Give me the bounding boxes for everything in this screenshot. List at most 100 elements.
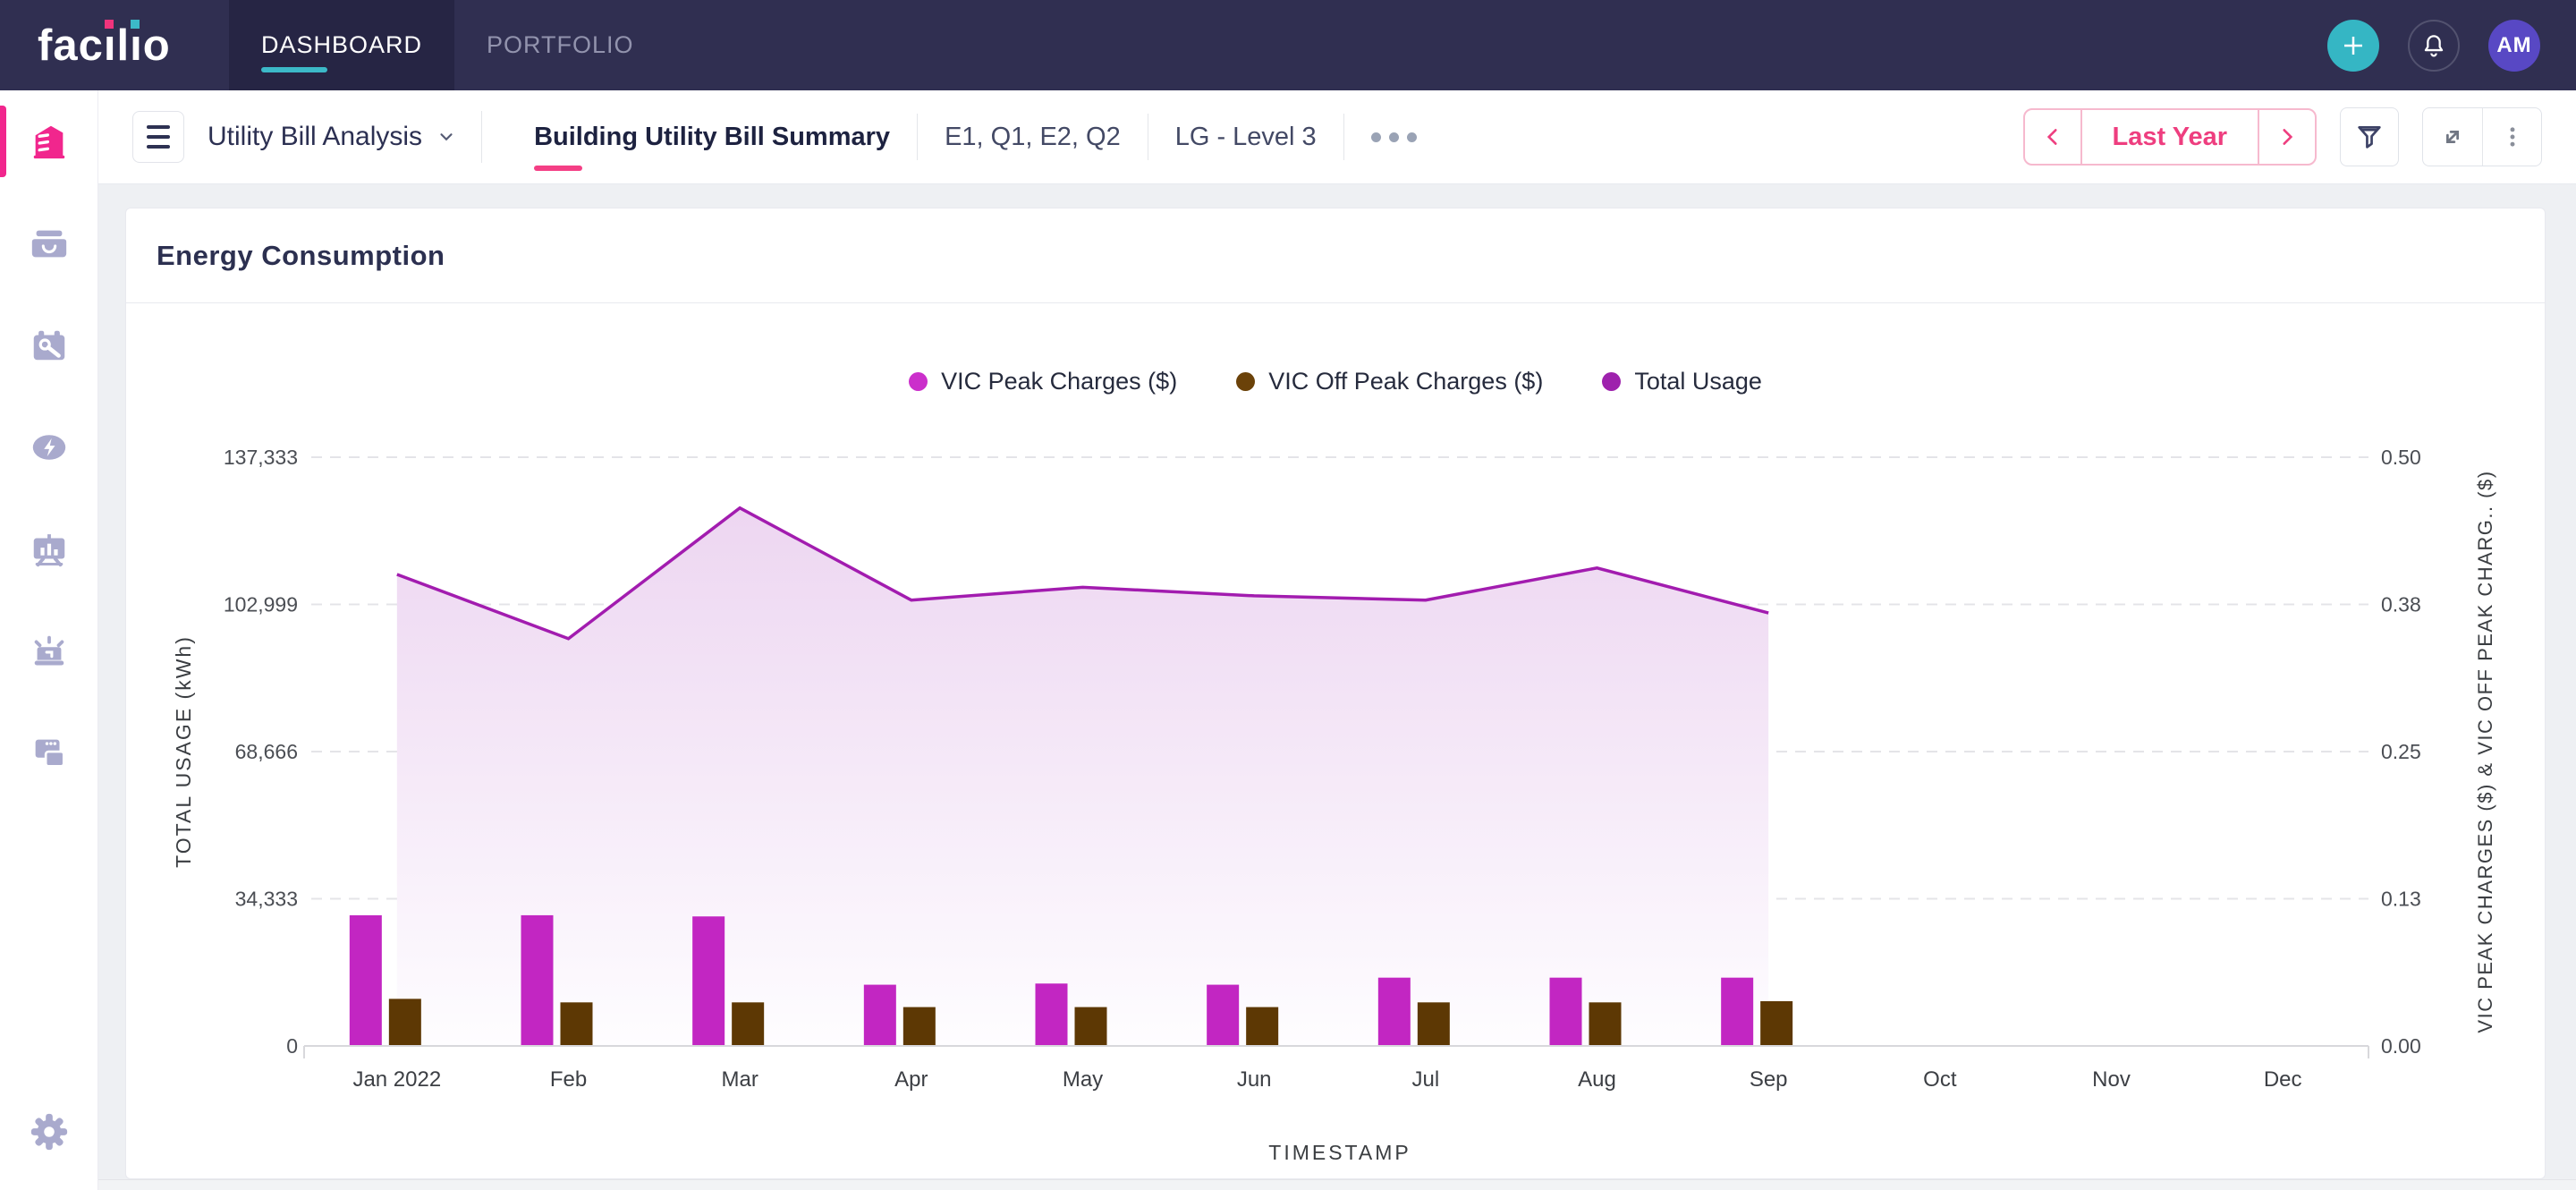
nav-tab-portfolio[interactable]: PORTFOLIO <box>454 0 666 90</box>
kebab-menu-icon <box>2500 124 2525 149</box>
bar-vic-peak[interactable] <box>1378 978 1411 1046</box>
sidebar-item-settings[interactable] <box>0 1074 98 1190</box>
bar-vic-off-peak[interactable] <box>389 999 421 1046</box>
x-tick-label: Jun <box>1237 1067 1272 1092</box>
x-tick-label: May <box>1063 1067 1103 1092</box>
card-header: Energy Consumption <box>126 208 2545 303</box>
x-tick-label: Feb <box>550 1067 587 1092</box>
bar-vic-off-peak[interactable] <box>732 1002 764 1046</box>
bell-icon <box>2419 31 2448 60</box>
nav-tab-dashboard[interactable]: DASHBOARD <box>229 0 454 90</box>
bar-vic-off-peak[interactable] <box>1760 1001 1792 1046</box>
x-tick-label: Apr <box>894 1067 928 1092</box>
previous-period-button[interactable] <box>2025 110 2080 164</box>
dashboard-selector[interactable]: Utility Bill Analysis <box>208 122 456 152</box>
chevron-right-icon <box>2275 125 2299 149</box>
tab-building-utility-bill-summary[interactable]: Building Utility Bill Summary <box>507 90 917 184</box>
bar-vic-peak[interactable] <box>350 915 382 1046</box>
x-tick-label: Mar <box>721 1067 758 1092</box>
y-left-tick-label: 102,999 <box>224 593 298 616</box>
dashboard-tab-strip: Building Utility Bill Summary E1, Q1, E2… <box>507 90 1444 184</box>
settings-gear-icon <box>29 1111 70 1152</box>
filter-button[interactable] <box>2340 107 2399 166</box>
left-sidebar <box>0 90 98 1190</box>
y-right-tick-label: 0.25 <box>2381 740 2421 763</box>
main-content: Energy Consumption VIC Peak Charges ($) … <box>98 184 2576 1190</box>
bar-vic-off-peak[interactable] <box>903 1007 936 1046</box>
x-tick-label: Jul <box>1411 1067 1439 1092</box>
sidebar-item-portfolio-buildings[interactable] <box>0 90 98 192</box>
x-tick-label: Oct <box>1923 1067 1957 1092</box>
bar-vic-peak[interactable] <box>864 985 896 1046</box>
tab-lg-level-3[interactable]: LG - Level 3 <box>1148 90 1343 184</box>
dashboard-selector-label: Utility Bill Analysis <box>208 122 422 152</box>
legend-label: VIC Peak Charges ($) <box>941 368 1177 395</box>
chart-legend: VIC Peak Charges ($) VIC Off Peak Charge… <box>126 368 2545 395</box>
dashboard-toolbar: Utility Bill Analysis Building Utility B… <box>98 90 2576 184</box>
x-tick-label: Dec <box>2264 1067 2302 1092</box>
sidebar-item-alarms[interactable] <box>0 600 98 702</box>
user-avatar[interactable]: AM <box>2488 20 2540 72</box>
nav-actions: AM <box>2327 20 2540 72</box>
bar-vic-peak[interactable] <box>521 915 554 1046</box>
bar-vic-peak[interactable] <box>1036 983 1068 1046</box>
x-tick-label: Sep <box>1750 1067 1788 1092</box>
y-left-tick-label: 0 <box>286 1034 298 1058</box>
sidebar-item-dashboards[interactable] <box>0 498 98 600</box>
bar-vic-off-peak[interactable] <box>1246 1007 1278 1046</box>
toolbar-right-actions: Last Year <box>2023 107 2542 166</box>
notifications-button[interactable] <box>2408 20 2460 72</box>
y-right-tick-label: 0.13 <box>2381 888 2421 911</box>
legend-item-total-usage[interactable]: Total Usage <box>1602 368 1762 395</box>
x-tick-label: Nov <box>2092 1067 2131 1092</box>
alarm-icon <box>29 631 70 672</box>
more-options-button[interactable] <box>2482 108 2541 166</box>
y-right-tick-label: 0.38 <box>2381 593 2421 616</box>
main-nav-tabs: DASHBOARD PORTFOLIO <box>229 0 666 90</box>
bar-vic-peak[interactable] <box>1550 978 1582 1046</box>
maintenance-icon <box>29 325 70 366</box>
bar-vic-peak[interactable] <box>1721 978 1753 1046</box>
plus-icon <box>2340 32 2367 59</box>
sidebar-item-apps[interactable] <box>0 702 98 804</box>
legend-item-vic-off-peak[interactable]: VIC Off Peak Charges ($) <box>1236 368 1543 395</box>
apps-icon <box>29 733 70 774</box>
legend-dot-vic-off-peak <box>1236 372 1255 391</box>
bar-vic-off-peak[interactable] <box>1589 1002 1622 1046</box>
horizontal-scrollbar-track[interactable] <box>98 1179 2576 1190</box>
create-new-button[interactable] <box>2327 20 2379 72</box>
sidebar-item-energy[interactable] <box>0 396 98 498</box>
dashboard-menu-button[interactable] <box>132 111 184 163</box>
legend-dot-vic-peak <box>909 372 928 391</box>
filter-funnel-icon <box>2354 122 2385 152</box>
card-title: Energy Consumption <box>157 240 445 272</box>
legend-label: VIC Off Peak Charges ($) <box>1268 368 1543 395</box>
top-navbar: facılıo DASHBOARD PORTFOLIO AM <box>0 0 2576 90</box>
more-tabs-button[interactable] <box>1344 132 1444 142</box>
energy-icon <box>29 427 70 468</box>
bar-vic-peak[interactable] <box>1207 985 1239 1046</box>
bar-vic-off-peak[interactable] <box>561 1002 593 1046</box>
bar-vic-off-peak[interactable] <box>1075 1007 1107 1046</box>
chevron-left-icon <box>2041 125 2064 149</box>
building-icon <box>29 121 70 162</box>
chart-actions-group <box>2422 107 2542 166</box>
bar-vic-off-peak[interactable] <box>1418 1002 1450 1046</box>
expand-button[interactable] <box>2423 108 2482 166</box>
facilio-logo[interactable]: facılıo <box>38 21 227 71</box>
next-period-button[interactable] <box>2259 110 2315 164</box>
y-left-tick-label: 68,666 <box>235 740 298 763</box>
bar-vic-peak[interactable] <box>692 916 724 1046</box>
y-right-tick-label: 0.50 <box>2381 446 2421 469</box>
inbox-icon <box>29 223 70 264</box>
legend-label: Total Usage <box>1634 368 1762 395</box>
x-tick-label: Aug <box>1578 1067 1616 1092</box>
tab-e1-q1-e2-q2[interactable]: E1, Q1, E2, Q2 <box>918 90 1148 184</box>
legend-item-vic-peak[interactable]: VIC Peak Charges ($) <box>909 368 1177 395</box>
sidebar-item-inbox[interactable] <box>0 192 98 294</box>
time-range-label[interactable]: Last Year <box>2080 110 2259 164</box>
legend-dot-total-usage <box>1602 372 1621 391</box>
sidebar-item-maintenance[interactable] <box>0 294 98 396</box>
x-axis-title: TIMESTAMP <box>1268 1141 1411 1164</box>
toolbar-divider <box>481 111 482 163</box>
